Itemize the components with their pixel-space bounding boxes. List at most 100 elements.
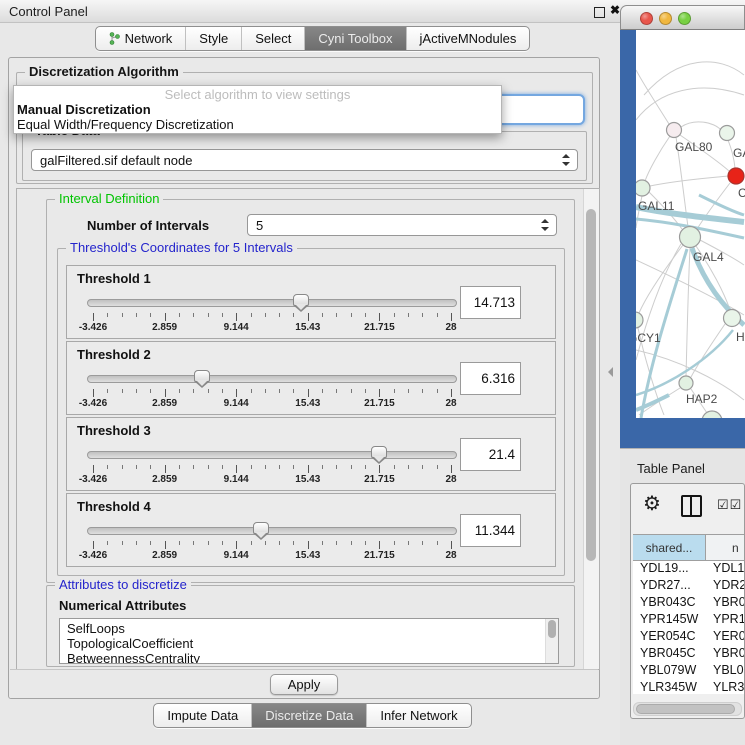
tab-jactivemnodules[interactable]: jActiveMNodules bbox=[406, 27, 530, 50]
list-scrollbar-thumb[interactable] bbox=[548, 620, 556, 638]
cell-name[interactable]: YBR0 bbox=[705, 595, 744, 612]
attribute-list-item[interactable]: SelfLoops bbox=[60, 621, 546, 636]
cell-name[interactable]: YDR2 bbox=[705, 578, 744, 595]
tab-impute-data[interactable]: Impute Data bbox=[154, 704, 251, 727]
threshold-value-field[interactable]: 6.316 bbox=[460, 362, 521, 395]
close-traffic-light-icon[interactable] bbox=[640, 12, 653, 25]
slider-thumb[interactable] bbox=[253, 522, 269, 534]
dropdown-placeholder-option[interactable]: Select algorithm to view settings bbox=[14, 86, 501, 102]
threshold-box-4: Threshold 4 -3.4262.8599.14415.4321.7152… bbox=[66, 493, 556, 567]
settings-gear-icon[interactable]: ⚙ bbox=[643, 492, 661, 516]
cell-name[interactable]: YLR3 bbox=[705, 680, 744, 694]
cell-shared-name[interactable]: YBR045C bbox=[633, 646, 705, 663]
table-horizontal-scrollbar-thumb[interactable] bbox=[636, 704, 735, 714]
network-canvas[interactable]: GAL80GACGAL11GAL4GCY1HHAP2 bbox=[636, 30, 745, 418]
slider-thumb[interactable] bbox=[293, 294, 309, 306]
float-window-icon[interactable] bbox=[594, 7, 605, 18]
close-icon[interactable]: ✖ bbox=[610, 3, 620, 17]
column-header-name[interactable]: n bbox=[706, 535, 744, 560]
tab-cyni-toolbox[interactable]: Cyni Toolbox bbox=[304, 27, 405, 50]
table-horizontal-scrollbar[interactable] bbox=[633, 702, 742, 716]
threshold-label: Threshold 2 bbox=[77, 347, 151, 362]
threshold-box-1: Threshold 1 -3.4262.8599.14415.4321.7152… bbox=[66, 265, 556, 339]
network-node[interactable] bbox=[680, 227, 701, 248]
table-row[interactable]: YBR045CYBR0 bbox=[633, 646, 744, 663]
cell-shared-name[interactable]: YLR345W bbox=[633, 680, 705, 694]
cell-shared-name[interactable]: YDR27... bbox=[633, 578, 705, 595]
dropdown-option-manual[interactable]: Manual Discretization bbox=[14, 102, 501, 117]
slider-thumb[interactable] bbox=[194, 370, 210, 382]
threshold-slider[interactable] bbox=[87, 446, 457, 464]
cell-shared-name[interactable]: YDL19... bbox=[633, 561, 705, 578]
cell-shared-name[interactable]: YBL079W bbox=[633, 663, 705, 680]
tab-infer-network[interactable]: Infer Network bbox=[366, 704, 470, 727]
network-node[interactable] bbox=[702, 411, 722, 418]
network-icon bbox=[109, 32, 120, 45]
threshold-slider[interactable] bbox=[87, 370, 457, 388]
threshold-slider[interactable] bbox=[87, 294, 457, 312]
dropdown-option-equal-width[interactable]: Equal Width/Frequency Discretization bbox=[14, 117, 501, 132]
slider-track[interactable] bbox=[87, 299, 457, 307]
panel-divider-arrow[interactable] bbox=[608, 367, 613, 377]
attribute-list-item[interactable]: BetweennessCentrality bbox=[60, 651, 546, 664]
network-node[interactable] bbox=[636, 180, 650, 196]
table-toolbar: ⚙ ☑☑ bbox=[631, 484, 744, 528]
network-node[interactable] bbox=[728, 168, 744, 184]
network-node[interactable] bbox=[724, 310, 741, 327]
network-node[interactable] bbox=[667, 123, 682, 138]
tab-discretize-data[interactable]: Discretize Data bbox=[251, 704, 366, 727]
threshold-value-field[interactable]: 14.713 bbox=[460, 286, 521, 319]
cell-name[interactable]: YBR0 bbox=[705, 646, 744, 663]
table-row[interactable]: YLR345WYLR3 bbox=[633, 680, 744, 694]
cell-shared-name[interactable]: YER054C bbox=[633, 629, 705, 646]
threshold-value-field[interactable]: 21.4 bbox=[460, 438, 521, 471]
thresholds-panel: Threshold's Coordinates for 5 Intervals … bbox=[57, 248, 565, 576]
bottom-tab-bar: Impute DataDiscretize DataInfer Network bbox=[153, 703, 471, 728]
network-node-label: HAP2 bbox=[686, 392, 718, 406]
number-of-intervals-combobox[interactable]: 5 bbox=[247, 214, 557, 236]
tab-select[interactable]: Select bbox=[241, 27, 304, 50]
slider-track[interactable] bbox=[87, 527, 457, 535]
attribute-list-item[interactable]: TopologicalCoefficient bbox=[60, 636, 546, 651]
tab-network[interactable]: Network bbox=[96, 27, 186, 50]
slider-track[interactable] bbox=[87, 451, 457, 459]
cell-name[interactable]: YBL0 bbox=[705, 663, 744, 680]
network-node-label: GCY1 bbox=[636, 331, 661, 345]
numerical-attributes-list[interactable]: SelfLoopsTopologicalCoefficientBetweenne… bbox=[59, 618, 559, 664]
list-scrollbar[interactable] bbox=[545, 619, 558, 663]
cell-name[interactable]: YDL1 bbox=[705, 561, 744, 578]
number-of-intervals-value: 5 bbox=[256, 218, 263, 233]
column-checkboxes-icon[interactable]: ☑☑ bbox=[717, 497, 742, 513]
split-view-icon[interactable] bbox=[681, 495, 702, 517]
slider-track[interactable] bbox=[87, 375, 457, 383]
table-row[interactable]: YDR27...YDR2 bbox=[633, 578, 744, 595]
cell-shared-name[interactable]: YPR145W bbox=[633, 612, 705, 629]
table-row[interactable]: YDL19...YDL1 bbox=[633, 561, 744, 578]
column-header-shared-name[interactable]: shared... bbox=[633, 535, 706, 560]
threshold-label: Threshold 4 bbox=[77, 499, 151, 514]
tab-style[interactable]: Style bbox=[185, 27, 241, 50]
vertical-scrollbar[interactable] bbox=[583, 189, 599, 669]
slider-scale-labels: -3.4262.8599.14415.4321.71528 bbox=[93, 322, 451, 334]
cell-name[interactable]: YER0 bbox=[705, 629, 744, 646]
network-node[interactable] bbox=[636, 312, 643, 328]
table-row[interactable]: YBR043CYBR0 bbox=[633, 595, 744, 612]
cell-name[interactable]: YPR1 bbox=[705, 612, 744, 629]
apply-button[interactable]: Apply bbox=[270, 674, 339, 695]
threshold-value-field[interactable]: 11.344 bbox=[460, 514, 521, 547]
network-node[interactable] bbox=[720, 126, 735, 141]
cell-shared-name[interactable]: YBR043C bbox=[633, 595, 705, 612]
network-node[interactable] bbox=[679, 376, 693, 390]
table-row[interactable]: YBL079WYBL0 bbox=[633, 663, 744, 680]
network-node-label: GAL80 bbox=[675, 140, 713, 154]
table-row[interactable]: YPR145WYPR1 bbox=[633, 612, 744, 629]
slider-thumb[interactable] bbox=[371, 446, 387, 458]
table-row[interactable]: YER054CYER0 bbox=[633, 629, 744, 646]
threshold-slider[interactable] bbox=[87, 522, 457, 540]
table-data-combobox[interactable]: galFiltered.sif default node bbox=[31, 149, 578, 171]
vertical-scrollbar-thumb[interactable] bbox=[586, 209, 596, 561]
network-window-titlebar[interactable] bbox=[620, 5, 745, 30]
minimize-traffic-light-icon[interactable] bbox=[659, 12, 672, 25]
zoom-traffic-light-icon[interactable] bbox=[678, 12, 691, 25]
slider-ticks bbox=[93, 313, 451, 321]
